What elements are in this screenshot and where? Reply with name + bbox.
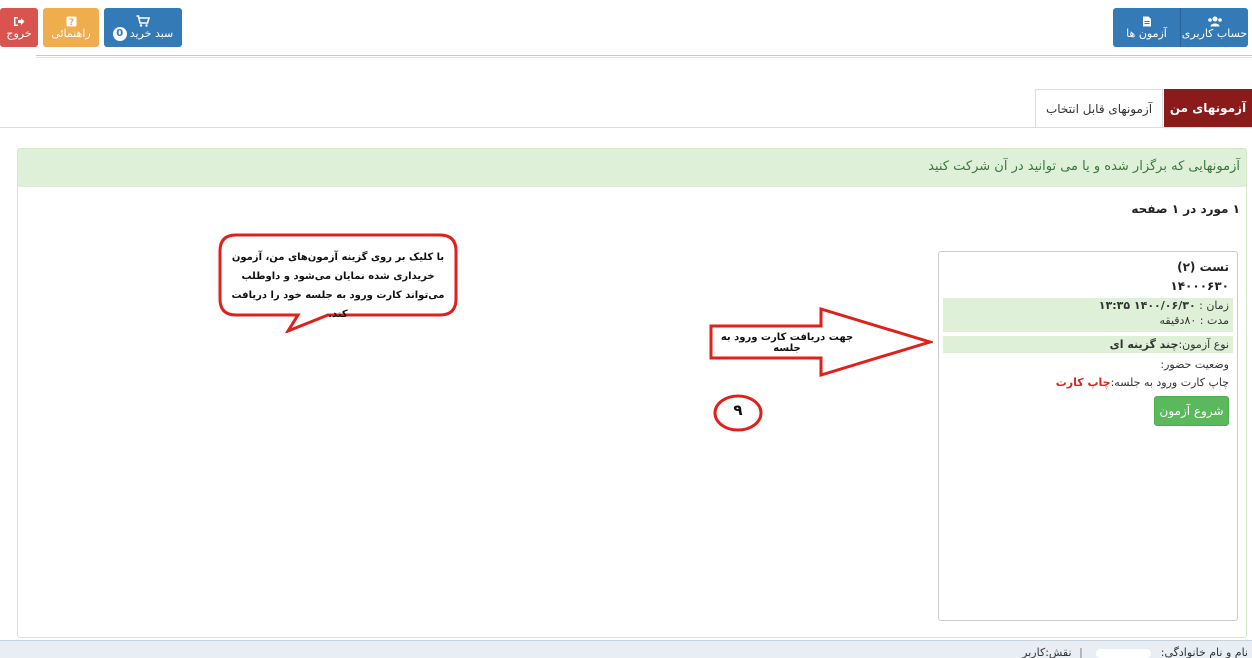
cart-button[interactable]: سبد خرید 0 bbox=[104, 8, 182, 47]
footer-separator: | bbox=[1079, 646, 1083, 658]
help-button[interactable]: ? راهنمائی bbox=[43, 8, 99, 47]
footer-bar: نام و نام خانوادگی: | نقش:کاربر bbox=[0, 640, 1252, 658]
logout-button[interactable]: خروج bbox=[0, 8, 38, 47]
footer-role-label: نقش:کاربر bbox=[1022, 646, 1072, 658]
arrow-text: جهت دریافت کارت ورود به جلسه bbox=[720, 332, 854, 354]
users-icon bbox=[1207, 16, 1222, 26]
file-icon bbox=[1142, 16, 1151, 26]
divider bbox=[36, 57, 1252, 58]
tabs-border bbox=[0, 127, 1252, 128]
tab-my-exams-label: آزمونهای من bbox=[1169, 101, 1247, 115]
exam-title: تست (۲) bbox=[1177, 260, 1229, 274]
print-card-link[interactable]: چاپ کارت bbox=[1056, 376, 1111, 389]
start-exam-button[interactable]: شروع آزمون bbox=[1154, 396, 1229, 426]
shopping-cart-icon bbox=[136, 14, 150, 27]
exams-panel: آزمونهایی که برگزار شده و یا می توانید د… bbox=[17, 148, 1247, 638]
exam-type-row: نوع آزمون:چند گزینه ای bbox=[943, 336, 1233, 353]
page: خروج ? راهنمائی سبد خرید 0 حساب کاربری آ… bbox=[0, 0, 1252, 658]
exam-duration-label: مدت : bbox=[1199, 314, 1229, 327]
attendance-row: وضعیت حضور: bbox=[1160, 358, 1229, 371]
account-nav-group: حساب کاربری آزمون ها bbox=[1113, 8, 1248, 47]
print-card-row: چاپ کارت ورود به جلسه:چاپ کارت bbox=[1056, 376, 1229, 389]
exam-type-label: نوع آزمون: bbox=[1178, 338, 1229, 351]
panel-heading: آزمونهایی که برگزار شده و یا می توانید د… bbox=[18, 149, 1246, 187]
cart-label: سبد خرید bbox=[129, 27, 174, 40]
nav-exams-label: آزمون ها bbox=[1126, 26, 1167, 40]
divider bbox=[36, 55, 1252, 56]
tab-selectable-exams[interactable]: آزمونهای قابل انتخاب bbox=[1035, 89, 1163, 127]
help-label: راهنمائی bbox=[51, 26, 91, 40]
result-count: ۱ مورد در ۱ صفحه bbox=[1131, 202, 1240, 216]
nav-account-label: حساب کاربری bbox=[1181, 26, 1248, 40]
callout-text: با کلیک بر روی گزینه آزمون‌های من، آزمون… bbox=[231, 252, 445, 320]
svg-text:?: ? bbox=[68, 18, 73, 27]
exam-card: تست (۲) ۱۴۰۰۰۶۳۰ زمان : ۱۴۰۰/۰۶/۳۰ ۱۳:۳۵… bbox=[938, 251, 1238, 621]
step-number: ۹ bbox=[733, 401, 743, 419]
redacted-name bbox=[1096, 648, 1152, 658]
question-icon: ? bbox=[66, 16, 76, 27]
exam-duration-row: مدت : ۸۰دقیقه bbox=[943, 313, 1229, 328]
tab-selectable-exams-label: آزمونهای قابل انتخاب bbox=[1045, 101, 1153, 116]
exam-type-value: چند گزینه ای bbox=[1109, 338, 1179, 351]
footer-user-info: نام و نام خانوادگی: | نقش:کاربر bbox=[1022, 646, 1248, 658]
exam-code: ۱۴۰۰۰۶۳۰ bbox=[1170, 279, 1229, 293]
top-navbar: خروج ? راهنمائی سبد خرید 0 حساب کاربری آ… bbox=[0, 0, 1252, 50]
nav-account[interactable]: حساب کاربری bbox=[1181, 8, 1248, 47]
exam-time-label: زمان : bbox=[1199, 299, 1229, 312]
logout-label: خروج bbox=[6, 26, 32, 40]
print-card-label: چاپ کارت ورود به جلسه: bbox=[1110, 376, 1229, 389]
exam-time-value: ۱۴۰۰/۰۶/۳۰ ۱۳:۳۵ bbox=[1098, 299, 1196, 312]
exam-duration-value: ۸۰دقیقه bbox=[1159, 314, 1197, 327]
cart-count-badge: 0 bbox=[112, 26, 127, 41]
exam-time-row: زمان : ۱۴۰۰/۰۶/۳۰ ۱۳:۳۵ bbox=[943, 298, 1229, 313]
attendance-label: وضعیت حضور: bbox=[1160, 358, 1229, 371]
nav-exams[interactable]: آزمون ها bbox=[1113, 8, 1181, 47]
tab-my-exams[interactable]: آزمونهای من bbox=[1164, 89, 1252, 127]
exam-time-block: زمان : ۱۴۰۰/۰۶/۳۰ ۱۳:۳۵ مدت : ۸۰دقیقه bbox=[943, 298, 1233, 332]
sign-out-icon bbox=[14, 16, 25, 26]
footer-name-label: نام و نام خانوادگی: bbox=[1160, 646, 1248, 658]
